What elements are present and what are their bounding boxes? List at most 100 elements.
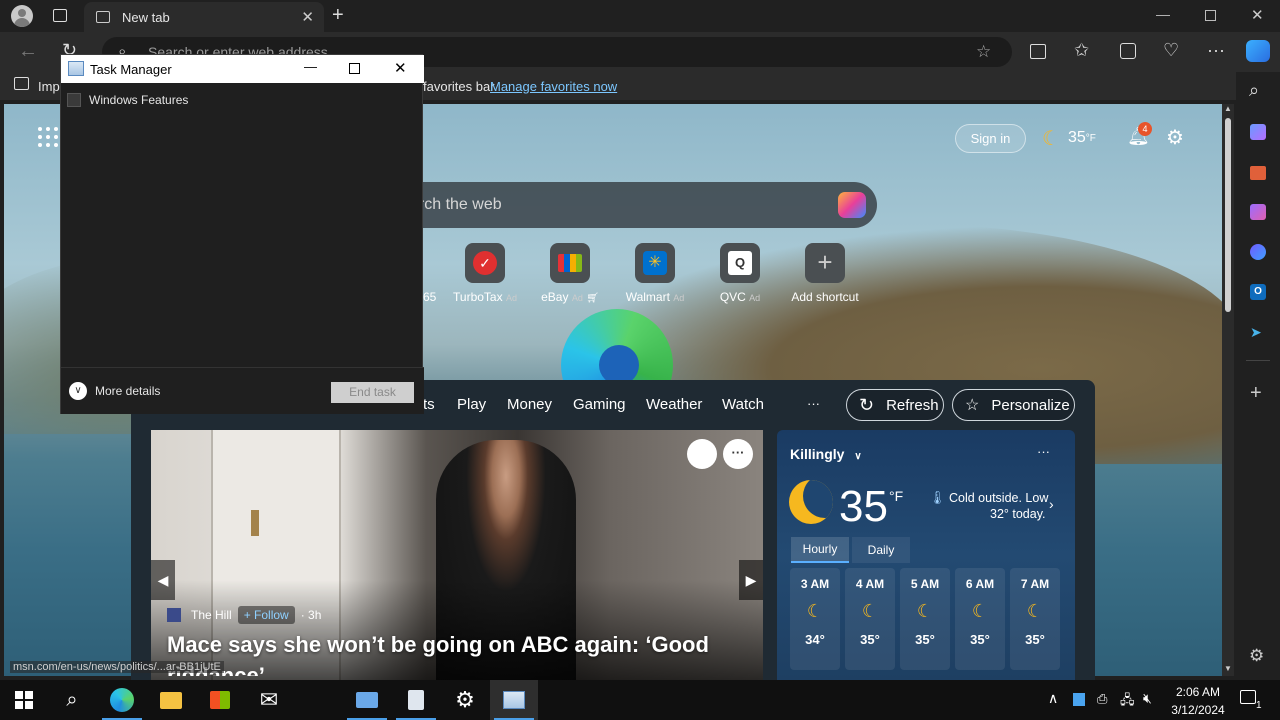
web-search-box[interactable]: arch the web xyxy=(398,182,877,228)
hour-time: 7 AM xyxy=(1020,577,1050,591)
carousel-prev-icon[interactable]: ◀ xyxy=(151,560,175,600)
nav-item-play[interactable]: Play xyxy=(457,396,486,413)
process-list-item[interactable]: Windows Features xyxy=(67,90,417,110)
tm-minimize-button[interactable]: — xyxy=(304,59,317,74)
page-settings-gear-icon[interactable]: ⚙ xyxy=(1166,125,1184,150)
personalize-button[interactable]: ☆ Personalize xyxy=(952,389,1075,421)
sidebar-copilot-icon[interactable] xyxy=(1250,244,1266,260)
shortcut-partial[interactable]: 65 xyxy=(423,290,436,304)
copilot-search-icon[interactable] xyxy=(838,192,866,218)
follow-button[interactable]: + Follow xyxy=(237,606,295,624)
taskbar-mail-icon[interactable]: ✉ xyxy=(245,680,293,720)
nav-item-weather[interactable]: Weather xyxy=(646,396,702,413)
ebay-icon xyxy=(550,243,590,283)
sidebar-telegram-icon[interactable]: ➤ xyxy=(1250,324,1262,341)
taskbar-app-icon[interactable] xyxy=(343,680,391,720)
favorites-icon[interactable]: ✩ xyxy=(1074,40,1089,61)
shortcut-ebay[interactable]: eBay Ad 🛒︎ xyxy=(535,243,605,304)
article-headline[interactable]: Mace says she won’t be going on ABC agai… xyxy=(167,632,709,658)
taskbar-store-icon[interactable] xyxy=(196,680,244,720)
hour-moon-icon: ☾ xyxy=(861,601,879,621)
manage-favorites-link[interactable]: Manage favorites now xyxy=(490,79,617,94)
browser-essentials-icon[interactable]: ♡ xyxy=(1163,40,1179,61)
tab-new-tab[interactable]: New tab ✕ xyxy=(84,2,324,32)
restore-window-button[interactable] xyxy=(1205,10,1216,21)
weather-chevron-right-icon[interactable]: › xyxy=(1049,496,1054,512)
collections-icon[interactable] xyxy=(1120,43,1136,59)
notification-center-icon[interactable] xyxy=(1240,690,1256,704)
minimize-window-button[interactable]: — xyxy=(1156,6,1170,22)
split-screen-icon[interactable] xyxy=(1030,44,1046,59)
sidebar-games-icon[interactable] xyxy=(1250,204,1266,220)
sidebar-search-icon[interactable]: ⌕ xyxy=(1249,80,1259,101)
taskbar-settings-icon[interactable]: ⚙ xyxy=(441,680,489,720)
task-manager-titlebar[interactable]: Task Manager — ✕ xyxy=(61,55,424,83)
tray-volume-icon[interactable]: 🔇︎ xyxy=(1143,690,1152,707)
taskbar-notepad-icon[interactable] xyxy=(392,680,440,720)
tray-network-icon[interactable]: 🖧︎ xyxy=(1120,691,1135,713)
hour-time: 3 AM xyxy=(800,577,830,591)
sidebar-tools-icon[interactable] xyxy=(1250,166,1266,180)
tab-daily[interactable]: Daily xyxy=(852,537,910,563)
weather-mini-widget[interactable]: ☾ 35 °F xyxy=(1042,124,1096,152)
sidebar-outlook-icon[interactable]: O xyxy=(1250,284,1266,300)
article-age: · 3h xyxy=(300,608,322,622)
nav-item-watch[interactable]: Watch xyxy=(722,396,764,413)
hour-temp: 34° xyxy=(805,632,825,647)
shortcut-label: eBay xyxy=(541,290,569,304)
sidebar-shopping-icon[interactable] xyxy=(1250,124,1266,140)
turbotax-icon: ✓ xyxy=(465,243,505,283)
nav-item-money[interactable]: Money xyxy=(507,396,552,413)
weather-more-icon[interactable]: ··· xyxy=(1037,444,1050,459)
taskbar-search-icon[interactable]: ⌕ xyxy=(48,680,96,720)
close-window-button[interactable]: ✕ xyxy=(1251,6,1264,24)
taskbar-file-explorer-icon[interactable] xyxy=(147,680,195,720)
tray-device-icon[interactable]: ⎙ xyxy=(1097,691,1107,707)
tab-actions-icon[interactable] xyxy=(53,9,67,22)
app-launcher-icon[interactable] xyxy=(38,127,58,147)
close-tab-icon[interactable]: ✕ xyxy=(301,8,314,26)
article-more-button[interactable]: ··· xyxy=(723,439,753,469)
page-scrollbar-thumb[interactable] xyxy=(1225,118,1231,312)
hour-temp: 35° xyxy=(915,632,935,647)
clock[interactable]: 2:06 AM 3/12/2024 xyxy=(1163,683,1233,719)
shortcut-walmart[interactable]: ✳ Walmart Ad xyxy=(620,243,690,304)
hour-time: 4 AM xyxy=(855,577,885,591)
web-search-placeholder: arch the web xyxy=(410,196,502,213)
sign-in-button[interactable]: Sign in xyxy=(955,124,1026,153)
sidebar-add-icon[interactable]: + xyxy=(1250,382,1262,405)
new-tab-button[interactable]: + xyxy=(332,4,344,27)
tm-close-button[interactable]: ✕ xyxy=(394,59,407,77)
save-article-button[interactable] xyxy=(687,439,717,469)
profile-avatar[interactable] xyxy=(11,5,33,27)
back-icon[interactable]: ← xyxy=(18,40,38,63)
settings-more-icon[interactable]: ··· xyxy=(1207,40,1225,61)
nav-item-gaming[interactable]: Gaming xyxy=(573,396,626,413)
taskbar-edge-icon[interactable] xyxy=(98,680,146,720)
scroll-up-icon[interactable]: ▲ xyxy=(1224,104,1232,113)
weather-location[interactable]: Killingly ∨ xyxy=(790,446,862,462)
scroll-down-icon[interactable]: ▼ xyxy=(1224,664,1232,673)
taskbar-task-manager-icon[interactable] xyxy=(490,680,538,720)
hour-temp: 35° xyxy=(970,632,990,647)
hour-time: 5 AM xyxy=(910,577,940,591)
refresh-feed-button[interactable]: ↻ Refresh xyxy=(846,389,944,421)
shortcut-qvc[interactable]: Q QVC Ad xyxy=(705,243,775,304)
more-details-toggle[interactable]: ∨ More details xyxy=(69,382,160,400)
carousel-next-icon[interactable]: ▶ xyxy=(739,560,763,600)
tray-overflow-chevron-icon[interactable]: ∧ xyxy=(1048,690,1058,707)
nav-item-partial[interactable]: ts xyxy=(423,396,435,413)
sidebar-settings-gear-icon[interactable]: ⚙ xyxy=(1249,646,1264,666)
add-shortcut[interactable]: + Add shortcut xyxy=(785,243,865,304)
tm-maximize-button[interactable] xyxy=(349,63,360,74)
favorite-star-icon[interactable]: ☆ xyxy=(976,37,991,67)
copilot-icon[interactable] xyxy=(1246,40,1270,62)
hour-column: 6 AM ☾ 35° xyxy=(955,568,1005,670)
tab-hourly[interactable]: Hourly xyxy=(791,537,849,563)
nav-more-icon[interactable]: ··· xyxy=(807,396,820,411)
import-favorites-link[interactable]: Imp xyxy=(38,79,60,94)
end-task-button[interactable]: End task xyxy=(331,382,414,403)
start-windows-icon[interactable] xyxy=(0,680,48,720)
shortcut-turbotax[interactable]: ✓ TurboTax Ad xyxy=(450,243,520,304)
tray-app-icon[interactable] xyxy=(1073,693,1085,706)
